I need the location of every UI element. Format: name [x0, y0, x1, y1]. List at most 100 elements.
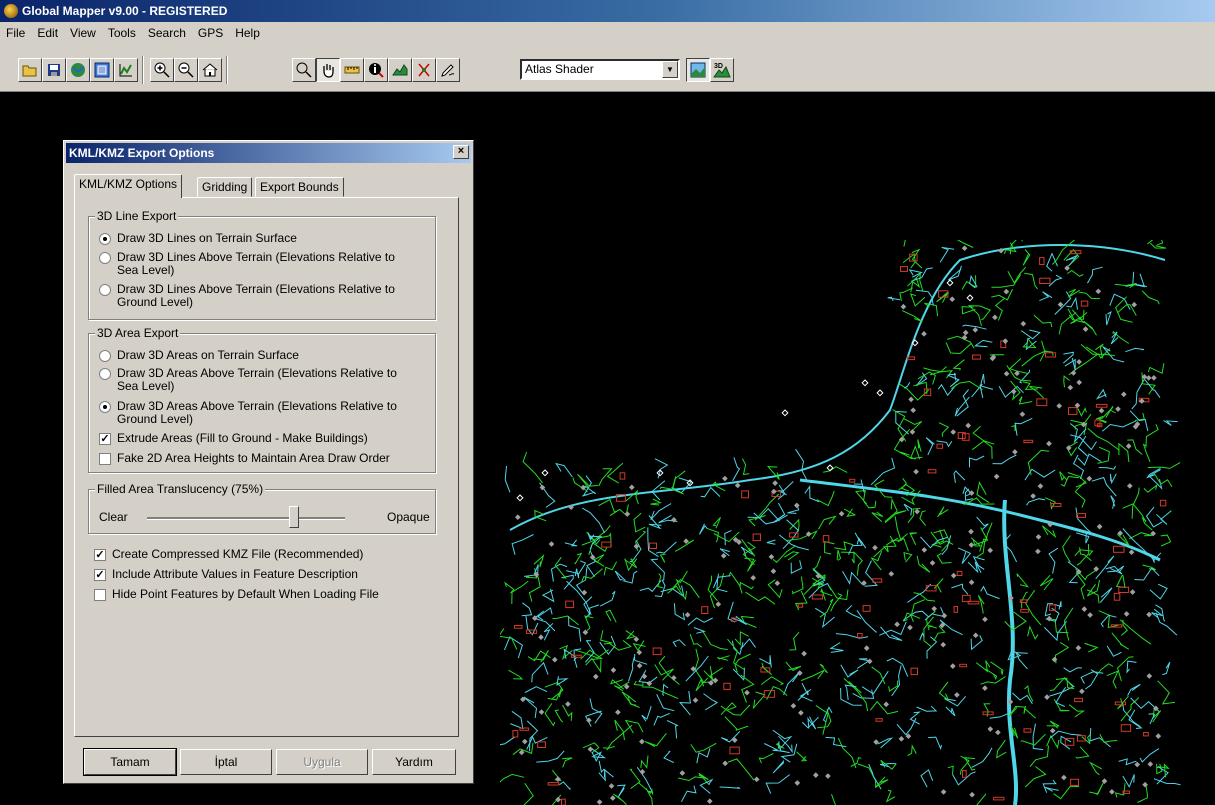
- area-option-sea-level[interactable]: Draw 3D Areas Above Terrain (Elevations …: [99, 367, 399, 393]
- chevron-down-icon[interactable]: ▼: [662, 61, 678, 78]
- pan-button[interactable]: [316, 58, 340, 82]
- radio-button[interactable]: [99, 368, 111, 380]
- translucency-slider-thumb[interactable]: [289, 506, 299, 528]
- line-option-ground-level[interactable]: Draw 3D Lines Above Terrain (Elevations …: [99, 283, 399, 309]
- chart-button[interactable]: [114, 58, 138, 82]
- map-feature-line: [828, 585, 849, 601]
- map-feature-line: [678, 776, 705, 782]
- map-point: [940, 641, 947, 648]
- checkbox[interactable]: [99, 453, 111, 465]
- menu-view[interactable]: View: [64, 26, 102, 40]
- radio-button[interactable]: [99, 401, 111, 413]
- menu-search[interactable]: Search: [142, 26, 192, 40]
- map-point: [966, 294, 974, 302]
- ok-button[interactable]: Tamam: [83, 748, 177, 776]
- map-canvas[interactable]: [500, 240, 1215, 805]
- zoom-out-button[interactable]: [174, 58, 198, 82]
- map-feature-line: [1089, 782, 1104, 796]
- radio-button[interactable]: [99, 252, 111, 264]
- map-point: [1012, 449, 1018, 455]
- path-profile-button[interactable]: [388, 58, 412, 82]
- close-icon[interactable]: ×: [453, 145, 469, 159]
- map-feature-line: [853, 551, 863, 576]
- map-feature-line: [976, 480, 990, 504]
- fake-2d-heights-checkbox[interactable]: Fake 2D Area Heights to Maintain Area Dr…: [99, 452, 429, 465]
- map-feature-line: [784, 551, 800, 561]
- map-point: [825, 773, 831, 779]
- map-feature-line: [927, 625, 933, 631]
- map-feature-line: [1058, 312, 1077, 335]
- tab-export-bounds[interactable]: Export Bounds: [255, 177, 344, 197]
- digitizer-button[interactable]: [412, 58, 436, 82]
- compressed-kmz-checkbox[interactable]: ✓ Create Compressed KMZ File (Recommende…: [94, 548, 394, 561]
- shader-select[interactable]: Atlas Shader ▼: [520, 59, 680, 80]
- map-feature-line: [969, 455, 985, 468]
- map-feature-line: [694, 648, 705, 683]
- tab-gridding[interactable]: Gridding: [197, 177, 253, 197]
- select-button[interactable]: [292, 58, 316, 82]
- map-feature-line: [902, 610, 929, 621]
- map-feature-line: [907, 744, 917, 757]
- radio-button[interactable]: [99, 284, 111, 296]
- area-option-ground-level[interactable]: Draw 3D Areas Above Terrain (Elevations …: [99, 400, 399, 426]
- map-feature-line: [837, 737, 857, 769]
- map-feature-line: [1048, 274, 1063, 287]
- map-point: [982, 616, 988, 623]
- map-building: [1080, 300, 1089, 307]
- line-option-sea-level[interactable]: Draw 3D Lines Above Terrain (Elevations …: [99, 251, 399, 277]
- menu-tools[interactable]: Tools: [102, 26, 142, 40]
- checkbox[interactable]: ✓: [94, 549, 106, 561]
- map-point: [514, 514, 521, 521]
- tab-kml-options[interactable]: KML/KMZ Options: [74, 174, 183, 198]
- apply-button[interactable]: Uygula: [276, 749, 368, 775]
- radio-button[interactable]: [99, 233, 111, 245]
- info-button[interactable]: [364, 58, 388, 82]
- map-feature-line: [629, 768, 641, 790]
- extrude-areas-checkbox[interactable]: ✓ Extrude Areas (Fill to Ground - Make B…: [99, 432, 399, 445]
- map-feature-line: [946, 335, 975, 349]
- shader-2d-button[interactable]: [686, 58, 710, 82]
- checkbox[interactable]: ✓: [94, 569, 106, 581]
- radio-button[interactable]: [99, 350, 111, 362]
- shader-select-value: Atlas Shader: [525, 62, 594, 76]
- menu-gps[interactable]: GPS: [192, 26, 229, 40]
- map-point: [770, 568, 777, 575]
- map-feature-line: [856, 610, 877, 633]
- map-point: [1098, 407, 1105, 414]
- menu-edit[interactable]: Edit: [31, 26, 64, 40]
- map-building: [900, 266, 908, 272]
- overview-button[interactable]: [90, 58, 114, 82]
- attribute-values-checkbox[interactable]: ✓ Include Attribute Values in Feature De…: [94, 568, 394, 581]
- open-button[interactable]: [18, 58, 42, 82]
- save-button[interactable]: [42, 58, 66, 82]
- map-feature-line: [544, 703, 556, 727]
- map-point: [781, 409, 789, 417]
- translucency-slider-track[interactable]: [147, 517, 345, 520]
- area-option-terrain[interactable]: Draw 3D Areas on Terrain Surface: [99, 349, 399, 362]
- help-button[interactable]: Yardım: [372, 749, 456, 775]
- menu-file[interactable]: File: [0, 26, 31, 40]
- checkbox[interactable]: ✓: [99, 433, 111, 445]
- map-feature-line: [1055, 687, 1067, 707]
- map-feature-line: [1025, 589, 1042, 626]
- cancel-button[interactable]: İptal: [180, 749, 272, 775]
- map-feature-line: [521, 602, 533, 617]
- measure-button[interactable]: [340, 58, 364, 82]
- home-button[interactable]: [198, 58, 222, 82]
- map-feature-line: [1157, 763, 1170, 778]
- edit-button[interactable]: [436, 58, 460, 82]
- hide-points-checkbox[interactable]: Hide Point Features by Default When Load…: [94, 588, 394, 601]
- map-feature-line: [599, 635, 616, 656]
- checkbox[interactable]: [94, 589, 106, 601]
- view-3d-button[interactable]: 3D: [710, 58, 734, 82]
- map-point: [1056, 403, 1063, 409]
- map-point: [1020, 320, 1027, 327]
- globe-button[interactable]: [66, 58, 90, 82]
- menu-help[interactable]: Help: [229, 26, 266, 40]
- chart-icon: [119, 64, 132, 77]
- line-option-terrain[interactable]: Draw 3D Lines on Terrain Surface: [99, 232, 399, 245]
- map-feature-line: [1157, 680, 1176, 705]
- map-feature-line: [885, 789, 896, 803]
- zoom-in-button[interactable]: [150, 58, 174, 82]
- map-feature-line: [1147, 462, 1181, 469]
